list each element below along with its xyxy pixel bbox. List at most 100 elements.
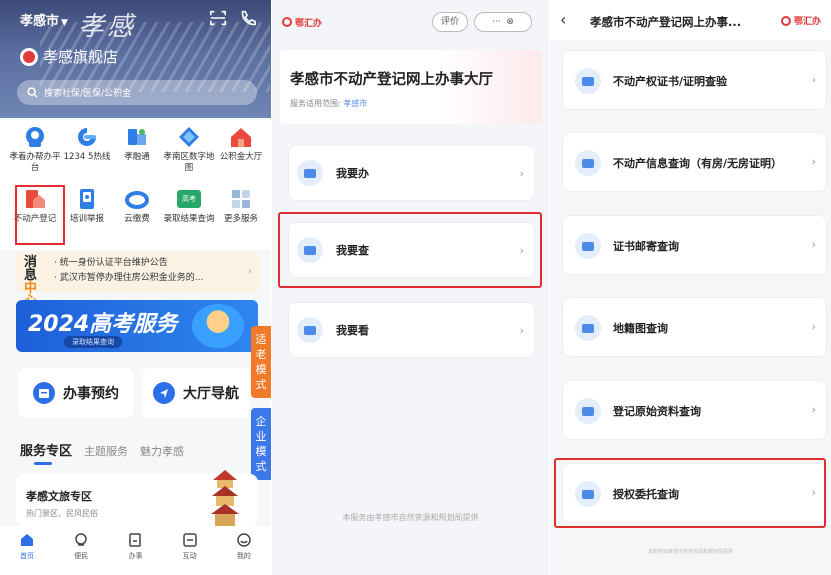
- chevron-right-icon: ›: [519, 323, 524, 337]
- document-icon: [575, 68, 601, 94]
- scan-icon[interactable]: [209, 9, 227, 27]
- banner-title: 2024高考服务: [28, 312, 178, 337]
- grid-label: 培训举报: [69, 214, 104, 224]
- grid-label: 孝融通: [124, 152, 150, 162]
- chevron-down-icon: ▼: [61, 18, 68, 28]
- city-selector[interactable]: 孝感市 ▼: [20, 10, 68, 29]
- query-item-label: 登记原始资料查询: [613, 405, 701, 418]
- culture-tourism-card[interactable]: 孝感文旅专区 热门景区、民风民俗: [16, 470, 258, 526]
- ehuiban-logo-icon: [282, 17, 292, 27]
- nav-home[interactable]: 首页: [7, 532, 47, 575]
- card-sub: 热门景区、民风民俗: [26, 509, 98, 518]
- query-item-label: 地籍图查询: [613, 322, 668, 335]
- enterprise-mode-badge[interactable]: 企业模式: [251, 408, 271, 480]
- query-item-label: 不动产权证书/证明查验: [613, 75, 728, 88]
- appointment-label: 办事预约: [63, 386, 119, 402]
- query-item-original-records[interactable]: 登记原始资料查询 ›: [562, 380, 827, 440]
- menu-item-handle[interactable]: 我要办 ›: [288, 145, 535, 201]
- rate-button[interactable]: 评价: [432, 12, 468, 32]
- calendar-icon: [33, 382, 55, 404]
- nav-convenience[interactable]: 便民: [61, 532, 101, 575]
- store-name: 孝感旗舰店: [43, 48, 119, 66]
- provider-footer: 本服务由孝感市自然资源和规划局提供: [342, 513, 479, 522]
- query-item-cadastral-map[interactable]: 地籍图查询 ›: [562, 297, 827, 357]
- appointment-button[interactable]: 办事预约: [18, 368, 134, 418]
- grid-item-cloud-pay[interactable]: 云缴费: [110, 188, 164, 225]
- phone-icon[interactable]: [239, 9, 257, 27]
- cloud-pay-icon: [125, 191, 149, 209]
- page-title: 孝感市不动产登记网上办事大厅: [290, 72, 493, 88]
- affairs-icon: [129, 533, 142, 547]
- home-icon: [21, 534, 34, 546]
- tab-service-zone[interactable]: 服务专区: [20, 440, 72, 459]
- chevron-right-icon: ›: [519, 166, 524, 180]
- grid-label: 公积金大厅: [219, 152, 263, 162]
- grid-item-digital-map[interactable]: 孝南区数字地图: [162, 126, 216, 174]
- search-input[interactable]: 搜索社保/医保/公积金: [17, 80, 257, 105]
- tab-underline: [34, 462, 52, 465]
- document-icon: [575, 398, 601, 424]
- highlight-box: [554, 458, 826, 528]
- hall-navigation-button[interactable]: 大厅导航: [142, 368, 250, 418]
- search-placeholder: 搜索社保/医保/公积金: [44, 89, 132, 99]
- chevron-right-icon: ›: [811, 238, 816, 251]
- nav-affairs[interactable]: 办事: [115, 532, 155, 575]
- nav-interaction[interactable]: 互动: [170, 532, 210, 575]
- navigation-icon: [153, 382, 175, 404]
- grid-label: 云缴费: [124, 214, 150, 224]
- grid-label: 孝着办帮办平台: [9, 152, 61, 173]
- navigation-label: 大厅导航: [183, 386, 239, 402]
- more-services-icon: [232, 190, 250, 208]
- menu-item-view[interactable]: 我要看 ›: [288, 302, 535, 358]
- grid-item-training-report[interactable]: 培训举报: [60, 188, 114, 225]
- document-icon: [297, 160, 323, 186]
- provider-footer: 本服务由孝感市自然资源和规划局提供: [647, 549, 733, 555]
- xiaorongtong-icon: [128, 129, 146, 145]
- housing-fund-icon: [231, 128, 251, 147]
- store-title: 孝感旗舰店: [20, 46, 118, 67]
- chevron-right-icon: ›: [811, 73, 816, 86]
- highlight-box: [278, 212, 542, 288]
- grid-item-housing-fund[interactable]: 公积金大厅: [214, 126, 268, 163]
- tab-theme-service[interactable]: 主题服务: [84, 443, 128, 459]
- banner-sub: 录取结果查询: [64, 336, 122, 348]
- grid-item-gaokao[interactable]: 高考 录取结果查询: [162, 188, 216, 225]
- document-icon: [297, 317, 323, 343]
- grid-item-xiaozhuban[interactable]: 孝着办帮办平台: [8, 126, 62, 174]
- notice-line[interactable]: · 武汉市暂停办理住房公积金业务的...: [54, 271, 203, 286]
- bottom-nav: 首页 便民 办事 互动 我的: [0, 526, 271, 575]
- chevron-right-icon: ›: [811, 320, 816, 333]
- grid-label: 1234 5热线: [63, 152, 111, 162]
- home-screen: 孝感 孝感市 ▼ 孝感旗舰店 搜索社保/医保/公积金 孝着办帮办平台 1234 5…: [0, 0, 271, 575]
- notice-line[interactable]: · 统一身份认证平台维护公告: [54, 256, 203, 271]
- message-center-logo: 消息中心: [24, 255, 38, 308]
- menu-item-label: 我要看: [336, 324, 369, 337]
- menu-item-label: 我要办: [336, 167, 369, 180]
- query-item-certificate-check[interactable]: 不动产权证书/证明查验 ›: [562, 50, 827, 110]
- grid-item-hotline[interactable]: 1234 5热线: [60, 126, 114, 163]
- elderly-mode-badge[interactable]: 适老模式: [251, 326, 271, 398]
- pagoda-icon: [211, 470, 239, 526]
- calligraphy-image: 孝感: [78, 12, 137, 42]
- back-icon[interactable]: ‹: [560, 10, 566, 29]
- ehuiban-logo-icon: [780, 15, 791, 26]
- document-icon: [575, 150, 601, 176]
- grid-item-more-services[interactable]: 更多服务: [214, 188, 268, 225]
- notice-bar[interactable]: 消息中心 · 统一身份认证平台维护公告 · 武汉市暂停办理住房公积金业务的...…: [16, 252, 260, 308]
- card-title: 孝感文旅专区: [26, 490, 92, 503]
- grid-item-xiaorongtong[interactable]: 孝融通: [110, 126, 164, 163]
- query-item-mail-tracking[interactable]: 证书邮寄查询 ›: [562, 215, 827, 275]
- service-scope: 服务适用范围: 孝感市: [290, 99, 368, 108]
- mini-program-capsule[interactable]: ··· ⊗: [474, 12, 532, 32]
- convenience-icon: [75, 533, 88, 546]
- nav-mine[interactable]: 我的: [224, 532, 264, 575]
- close-icon[interactable]: ⊗: [506, 17, 514, 27]
- query-item-property-info[interactable]: 不动产信息查询（有房/无房证明） ›: [562, 132, 827, 192]
- store-logo-icon: [20, 47, 38, 66]
- ehuiban-brand: 鄂汇办: [282, 16, 322, 29]
- tab-charm-xiaogan[interactable]: 魅力孝感: [140, 443, 184, 459]
- query-item-label: 证书邮寄查询: [613, 240, 679, 253]
- more-icon[interactable]: ···: [492, 17, 501, 27]
- gaokao-banner[interactable]: 2024高考服务 录取结果查询: [16, 300, 258, 352]
- document-icon: [575, 233, 601, 259]
